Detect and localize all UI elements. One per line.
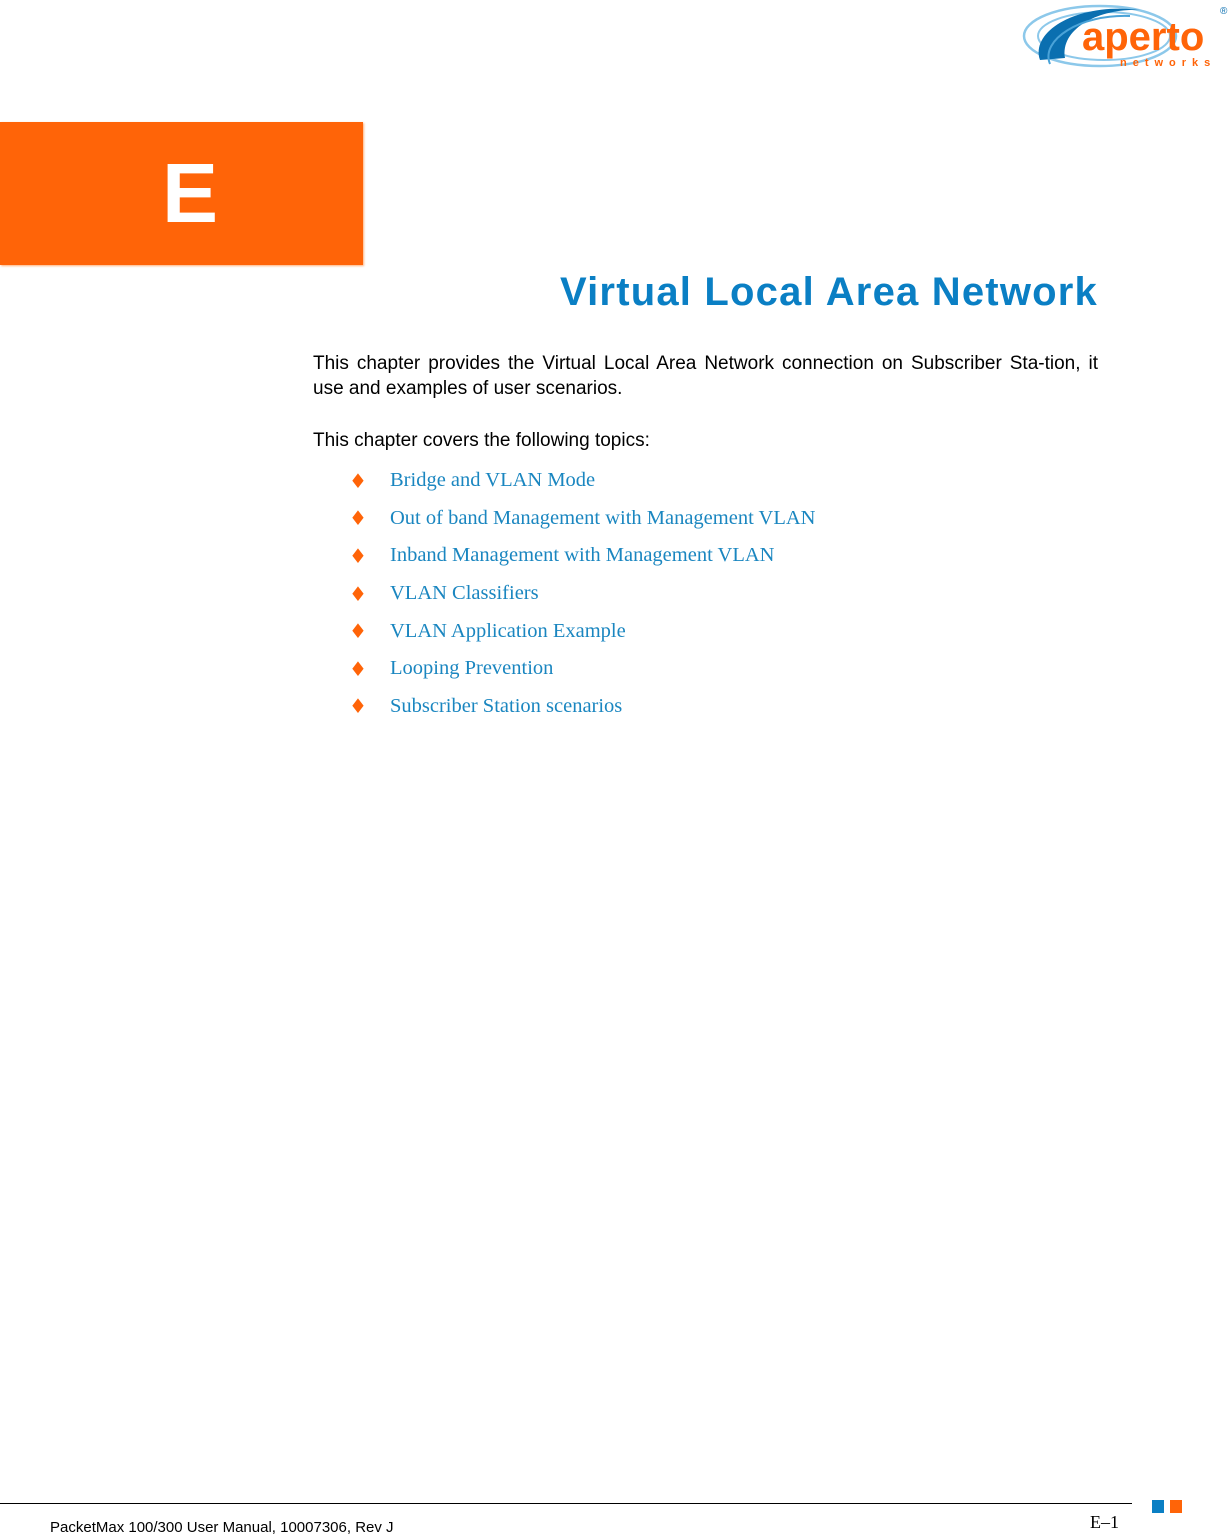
topic-item: ♦ VLAN Classifiers <box>349 575 815 613</box>
intro-paragraph: This chapter provides the Virtual Local … <box>313 353 1098 399</box>
topic-item: ♦ Subscriber Station scenarios <box>349 688 815 726</box>
diamond-bullet-icon: ♦ <box>349 506 367 531</box>
logo-sub-text: networks <box>1120 57 1216 69</box>
topic-item: ♦ Out of band Management with Management … <box>349 500 815 538</box>
topic-item: ♦ Looping Prevention <box>349 650 815 688</box>
topic-item: ♦ Inband Management with Management VLAN <box>349 537 815 575</box>
topic-link-looping-prevention[interactable]: Looping Prevention <box>390 657 553 680</box>
blue-square-icon <box>1152 1500 1164 1513</box>
topics-heading: This chapter covers the following topics… <box>313 430 650 451</box>
logo-swoosh-icon: aperto ® networks <box>1022 4 1228 69</box>
topic-list: ♦ Bridge and VLAN Mode ♦ Out of band Manag… <box>349 462 815 725</box>
aperto-networks-logo: aperto ® networks <box>1020 0 1228 76</box>
topic-link-bridge-vlan-mode[interactable]: Bridge and VLAN Mode <box>390 469 595 492</box>
topic-link-inband-management[interactable]: Inband Management with Management VLAN <box>390 544 774 567</box>
chapter-title: Virtual Local Area Network <box>559 270 1098 314</box>
diamond-bullet-icon: ♦ <box>349 581 367 606</box>
diamond-bullet-icon: ♦ <box>349 619 367 644</box>
diamond-bullet-icon: ♦ <box>349 694 367 719</box>
topic-link-subscriber-station-scenarios[interactable]: Subscriber Station scenarios <box>390 695 622 718</box>
chapter-letter-box: E <box>0 122 363 265</box>
logo-brand-text: aperto <box>1082 15 1204 59</box>
diamond-bullet-icon: ♦ <box>349 468 367 493</box>
footer-divider <box>0 1503 1132 1504</box>
page-number: E–1 <box>1090 1512 1119 1532</box>
topic-item: ♦ Bridge and VLAN Mode <box>349 462 815 500</box>
footer-document-title: PacketMax 100/300 User Manual, 10007306,… <box>50 1519 394 1536</box>
topic-link-vlan-application-example[interactable]: VLAN Application Example <box>390 620 626 643</box>
topic-link-vlan-classifiers[interactable]: VLAN Classifiers <box>390 582 539 605</box>
topic-item: ♦ VLAN Application Example <box>349 612 815 650</box>
chapter-letter: E <box>161 146 219 240</box>
topic-link-out-of-band-management[interactable]: Out of band Management with Management V… <box>390 507 815 530</box>
diamond-bullet-icon: ♦ <box>349 543 367 568</box>
diamond-bullet-icon: ♦ <box>349 656 367 681</box>
orange-square-icon <box>1170 1500 1182 1513</box>
svg-text:®: ® <box>1220 6 1228 17</box>
